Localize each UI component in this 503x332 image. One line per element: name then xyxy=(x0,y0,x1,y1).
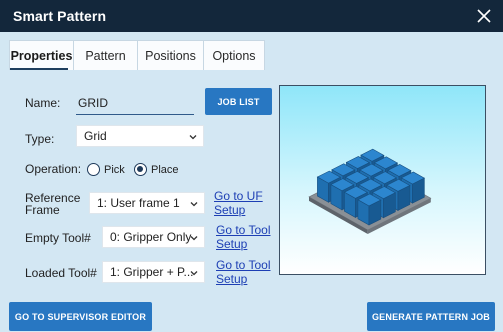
loaded-tool-value: 1: Gripper + P... xyxy=(110,265,194,279)
type-select[interactable]: Grid xyxy=(76,125,204,147)
name-label: Name: xyxy=(25,96,61,110)
go-to-supervisor-editor-button[interactable]: GO TO SUPERVISOR EDITOR xyxy=(9,302,152,331)
tab-pattern[interactable]: Pattern xyxy=(73,40,137,70)
chevron-down-icon xyxy=(190,271,198,276)
operation-place-radio[interactable] xyxy=(134,163,147,176)
go-to-tool-setup-link-line2[interactable]: Setup xyxy=(216,238,247,250)
tab-options[interactable]: Options xyxy=(203,40,265,70)
type-label: Type: xyxy=(25,132,55,146)
operation-place-label: Place xyxy=(151,164,179,176)
name-field[interactable]: GRID xyxy=(76,95,194,115)
reference-frame-label-line2: Frame xyxy=(25,203,60,217)
loaded-tool-select[interactable]: 1: Gripper + P... xyxy=(102,261,205,283)
operation-pick-label: Pick xyxy=(104,164,125,176)
chevron-down-icon xyxy=(190,236,198,241)
active-tab-indicator xyxy=(10,68,68,70)
empty-tool-value: 0: Gripper Only xyxy=(110,230,192,244)
reference-frame-value: 1: User frame 1 xyxy=(97,196,180,210)
go-to-tool-setup-link[interactable]: Go to Tool xyxy=(216,224,270,236)
empty-tool-select[interactable]: 0: Gripper Only xyxy=(102,226,205,248)
chevron-down-icon xyxy=(189,135,197,140)
close-icon[interactable] xyxy=(473,5,495,27)
pattern-grid-3d-preview xyxy=(308,148,432,234)
generate-pattern-job-button[interactable]: GENERATE PATTERN JOB xyxy=(367,302,495,331)
pattern-preview xyxy=(279,85,486,275)
go-to-tool-setup-link-2-line2[interactable]: Setup xyxy=(216,273,247,285)
go-to-uf-setup-link[interactable]: Go to UF xyxy=(214,190,263,202)
go-to-uf-setup-link-line2[interactable]: Setup xyxy=(214,204,245,216)
job-list-button[interactable]: JOB LIST xyxy=(205,88,272,115)
empty-tool-label: Empty Tool# xyxy=(25,231,91,245)
tab-properties[interactable]: Properties xyxy=(9,40,73,70)
window-title: Smart Pattern xyxy=(13,8,107,24)
operation-pick-radio[interactable] xyxy=(87,163,100,176)
loaded-tool-label: Loaded Tool# xyxy=(25,266,97,280)
type-select-value: Grid xyxy=(84,129,107,143)
tab-bar: Properties Pattern Positions Options xyxy=(9,40,265,70)
operation-label: Operation: xyxy=(25,162,82,176)
reference-frame-select[interactable]: 1: User frame 1 xyxy=(89,192,205,214)
title-bar: Smart Pattern xyxy=(0,0,503,32)
go-to-tool-setup-link-2[interactable]: Go to Tool xyxy=(216,259,270,271)
tab-positions[interactable]: Positions xyxy=(137,40,203,70)
chevron-down-icon xyxy=(190,202,198,207)
dialog-body: Properties Pattern Positions Options JOB… xyxy=(0,32,503,332)
